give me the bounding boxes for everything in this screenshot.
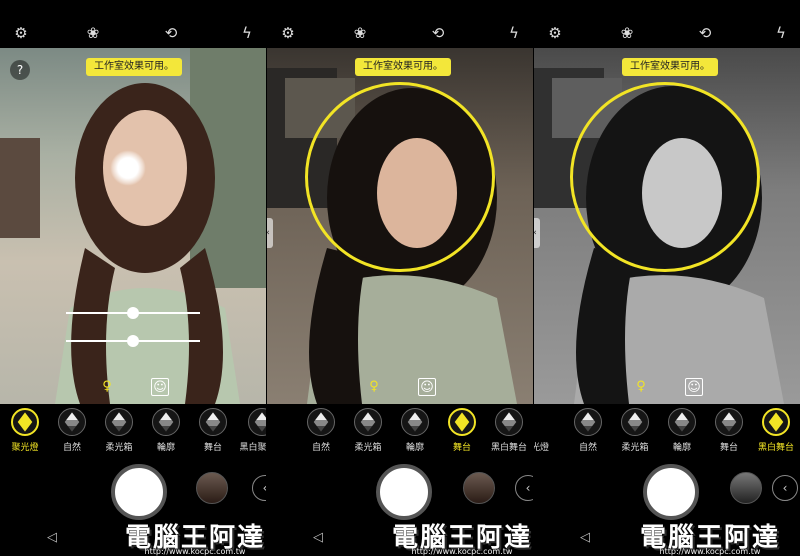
shutter-button[interactable]	[376, 464, 432, 520]
spotlight-orb[interactable]	[110, 150, 146, 186]
chevron-left-icon[interactable]: ‹	[267, 218, 273, 248]
settings-icon[interactable]: ⚙	[10, 22, 32, 44]
camera-panel-3: ⚙ ❀ ⟲ ϟ 工作室效果可用。 ‹ ♀ ☺ 光燈 自然	[534, 0, 800, 555]
help-icon[interactable]: ?	[10, 60, 30, 80]
settings-icon[interactable]: ⚙	[544, 22, 566, 44]
shutter-button[interactable]	[643, 464, 699, 520]
cube-icon	[64, 412, 80, 432]
bulb-icon[interactable]: ♀	[99, 378, 115, 394]
scene-photo	[0, 48, 266, 404]
cube-icon	[205, 412, 221, 432]
camera-panel-1: ⚙ ❀ ⟲ ϟ ? 工作室效果可用。 ♀ ☺ 聚光燈 自然 柔光箱 輪廓 舞台 …	[0, 0, 266, 555]
switch-camera-icon[interactable]: ⟲	[694, 22, 716, 44]
gallery-thumbnail[interactable]	[463, 472, 495, 504]
cube-icon	[407, 412, 423, 432]
switch-camera-icon[interactable]: ⟲	[427, 22, 449, 44]
cube-icon	[580, 412, 596, 432]
mode-bw-stage[interactable]: 黑白舞台	[481, 408, 533, 453]
cube-icon	[501, 412, 517, 432]
studio-modes: 自然 柔光箱 輪廓 舞台 黑白舞台	[267, 404, 533, 454]
viewfinder[interactable]: ? 工作室效果可用。 ‹ ♀ ☺	[267, 48, 533, 404]
back-icon[interactable]: ◁	[313, 530, 323, 545]
filter-icon[interactable]: ❀	[349, 22, 371, 44]
bulb-icon[interactable]: ♀	[366, 378, 382, 394]
portrait-icon[interactable]: ☺	[151, 378, 169, 396]
gallery-thumbnail[interactable]	[730, 472, 762, 504]
settings-icon[interactable]: ⚙	[277, 22, 299, 44]
cube-icon	[454, 412, 470, 432]
chevron-left-icon[interactable]: ‹	[534, 218, 540, 248]
back-icon[interactable]: ◁	[580, 530, 590, 545]
cube-icon	[768, 412, 784, 432]
portrait-icon[interactable]: ☺	[685, 378, 703, 396]
cube-icon	[313, 412, 329, 432]
cube-icon	[721, 412, 737, 432]
flash-off-icon[interactable]: ϟ	[503, 22, 525, 44]
cube-icon	[360, 412, 376, 432]
background-slider[interactable]	[66, 335, 200, 347]
viewfinder[interactable]: 工作室效果可用。 ‹ ♀ ☺	[534, 48, 800, 404]
top-bar: ⚙ ❀ ⟲ ϟ	[267, 22, 533, 48]
studio-modes: 光燈 自然 柔光箱 輪廓 舞台 黑白舞台	[534, 404, 800, 454]
slider-knob[interactable]	[127, 307, 139, 319]
slider-knob[interactable]	[127, 335, 139, 347]
camera-panel-2: ⚙ ❀ ⟲ ϟ ? 工作室效果可用。 ‹ ♀ ☺ 自然 柔光箱	[267, 0, 533, 555]
light-intensity-slider[interactable]	[66, 307, 200, 319]
portrait-icon[interactable]: ☺	[418, 378, 436, 396]
back-icon[interactable]: ◁	[47, 530, 57, 545]
mode-stage[interactable]: 舞台	[185, 408, 241, 453]
viewfinder[interactable]: ? 工作室效果可用。 ♀ ☺	[0, 48, 266, 404]
studio-modes: 聚光燈 自然 柔光箱 輪廓 舞台 黑白聚光燈	[0, 404, 266, 454]
face-detection-ring	[305, 82, 495, 272]
studio-notice: 工作室效果可用。	[86, 58, 182, 76]
chevron-left-icon[interactable]: ‹	[772, 475, 798, 501]
switch-camera-icon[interactable]: ⟲	[160, 22, 182, 44]
face-detection-ring	[570, 82, 760, 272]
chevron-left-icon[interactable]: ‹	[252, 475, 266, 501]
mode-bw-spotlight[interactable]: 黑白聚光燈	[234, 408, 266, 453]
cube-icon	[17, 412, 33, 432]
flash-off-icon[interactable]: ϟ	[770, 22, 792, 44]
gallery-thumbnail[interactable]	[196, 472, 228, 504]
bulb-icon[interactable]: ♀	[633, 378, 649, 394]
filter-icon[interactable]: ❀	[616, 22, 638, 44]
cube-icon	[254, 412, 266, 432]
cube-icon	[627, 412, 643, 432]
top-bar: ⚙ ❀ ⟲ ϟ	[534, 22, 800, 48]
cube-icon	[111, 412, 127, 432]
flash-off-icon[interactable]: ϟ	[236, 22, 258, 44]
cube-icon	[674, 412, 690, 432]
shutter-button[interactable]	[111, 464, 167, 520]
top-bar: ⚙ ❀ ⟲ ϟ	[0, 22, 266, 48]
filter-icon[interactable]: ❀	[82, 22, 104, 44]
mode-bw-stage[interactable]: 黑白舞台	[748, 408, 800, 453]
cube-icon	[158, 412, 174, 432]
studio-notice: 工作室效果可用。	[355, 58, 451, 76]
studio-notice: 工作室效果可用。	[622, 58, 718, 76]
chevron-left-icon[interactable]: ‹	[515, 475, 533, 501]
